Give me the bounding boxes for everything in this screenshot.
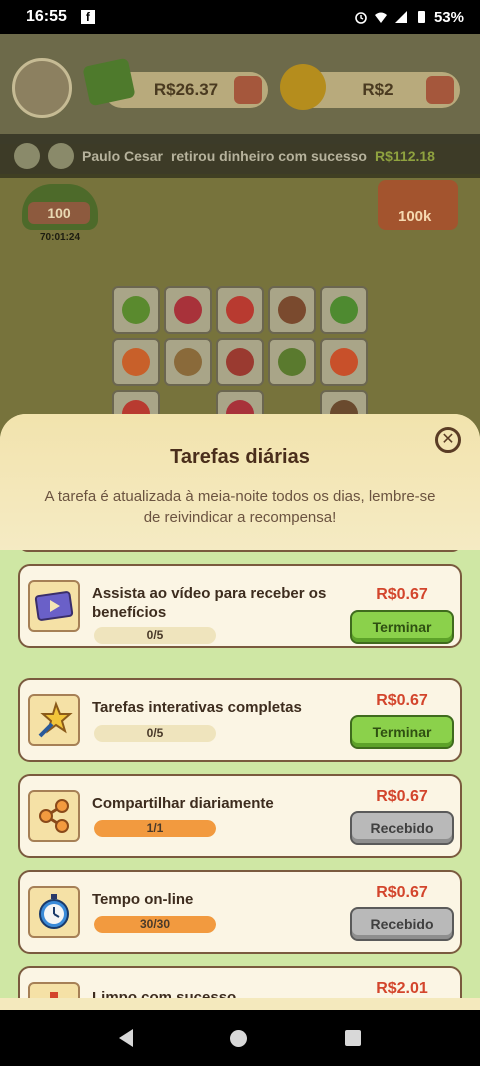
modal-title: Tarefas diárias	[170, 446, 310, 468]
fruit-icon	[226, 348, 254, 376]
task-progress: 30/30	[94, 916, 216, 933]
melon-icon	[330, 296, 358, 324]
ticker-message: retirou dinheiro com sucesso	[170, 148, 367, 164]
mango-icon	[122, 348, 150, 376]
daily-tasks-modal: ✕ Tarefas diárias A tarefa é atualizada …	[0, 414, 480, 1010]
facebook-icon: f	[80, 10, 95, 24]
task-card: Assista ao vídeo para receber os benefíc…	[18, 564, 462, 648]
wifi-icon	[374, 12, 387, 23]
tile[interactable]	[164, 338, 212, 386]
lucky-wheel-icon[interactable]	[12, 58, 72, 118]
task-card: Limpo com sucesso R$2.01	[18, 966, 462, 998]
megaphone-icon	[14, 143, 40, 169]
progress-text: 30/30	[139, 917, 171, 931]
task-title: Tempo on-line	[92, 891, 194, 908]
ticker-user: Paulo Cesar	[82, 148, 163, 164]
video-icon	[28, 580, 80, 632]
tile[interactable]	[320, 338, 368, 386]
avatar	[48, 143, 74, 169]
system-nav-bar	[0, 1010, 480, 1066]
progress-text: 1/1	[146, 821, 164, 835]
withdraw-coins-icon[interactable]	[426, 76, 454, 104]
basket-timer: 70:01:24	[40, 232, 81, 243]
task-reward: R$0.67	[376, 884, 428, 901]
battery-icon	[417, 11, 425, 23]
tile[interactable]	[216, 286, 264, 334]
withdraw-money-icon[interactable]	[234, 76, 262, 104]
task-card: Compartilhar diariamente 1/1 R$0.67 Rece…	[18, 774, 462, 858]
status-time: 16:55	[26, 8, 67, 25]
alarm-icon	[355, 12, 367, 24]
fruit-icon	[174, 348, 202, 376]
task-reward: R$2.01	[376, 980, 428, 997]
tile[interactable]	[164, 286, 212, 334]
recent-apps-icon[interactable]	[345, 1030, 362, 1046]
task-card: Tarefas interativas completas 0/5 R$0.67…	[18, 678, 462, 762]
signal-icon	[394, 11, 407, 23]
task-reward: R$0.67	[376, 586, 428, 603]
coin-value: R$2	[362, 80, 394, 99]
finish-button[interactable]: Terminar	[350, 610, 454, 644]
list-item	[18, 550, 462, 552]
battery-percent: 53%	[433, 8, 464, 26]
home-icon[interactable]	[230, 1029, 248, 1047]
tile[interactable]	[216, 338, 264, 386]
task-title: Assista ao vídeo para receber os benefíc…	[92, 585, 327, 621]
task-list[interactable]: Assista ao vídeo para receber os benefíc…	[0, 550, 480, 998]
basket-tag: 100	[28, 202, 90, 224]
tile[interactable]	[320, 286, 368, 334]
finish-button[interactable]: Terminar	[350, 715, 454, 749]
tile[interactable]	[268, 286, 316, 334]
back-icon[interactable]	[118, 1029, 133, 1047]
modal-description: A tarefa é atualizada à meia-noite todos…	[44, 488, 436, 526]
task-title: Limpo com sucesso	[92, 989, 237, 998]
task-progress: 1/1	[94, 820, 216, 837]
fruit-icon	[278, 348, 306, 376]
strawberry-icon	[226, 296, 254, 324]
task-reward: R$0.67	[376, 788, 428, 805]
task-card: Tempo on-line 30/30 R$0.67 Recebido	[18, 870, 462, 954]
stopwatch-icon	[28, 886, 80, 938]
sausage-icon	[278, 296, 306, 324]
received-button[interactable]: Recebido	[350, 811, 454, 845]
progress-text: 0/5	[146, 726, 164, 740]
ticker-amount: R$112.18	[375, 148, 435, 164]
status-bar: 16:55 f 53%	[0, 0, 480, 34]
tile[interactable]	[112, 286, 160, 334]
progress-text: 0/5	[146, 628, 164, 642]
tile[interactable]	[112, 338, 160, 386]
task-title: Compartilhar diariamente	[92, 795, 274, 812]
cherry-icon	[174, 296, 202, 324]
share-icon	[28, 790, 80, 842]
star-wand-icon	[28, 694, 80, 746]
received-button[interactable]: Recebido	[350, 907, 454, 941]
modal-header	[0, 414, 480, 554]
task-title: Tarefas interativas completas	[92, 699, 302, 716]
chest-tag: 100k	[398, 208, 432, 225]
withdraw-ticker: Paulo Cesar retirou dinheiro com sucesso…	[0, 134, 480, 178]
task-progress: 0/5	[94, 627, 216, 644]
money-value: R$26.37	[153, 80, 219, 99]
mango-icon	[330, 348, 358, 376]
task-reward: R$0.67	[376, 692, 428, 709]
status-icons: 53%	[354, 9, 464, 26]
task-progress: 0/5	[94, 725, 216, 742]
broom-icon	[28, 982, 80, 998]
tile[interactable]	[268, 338, 316, 386]
melon-icon	[122, 296, 150, 324]
coin-icon	[280, 64, 326, 110]
